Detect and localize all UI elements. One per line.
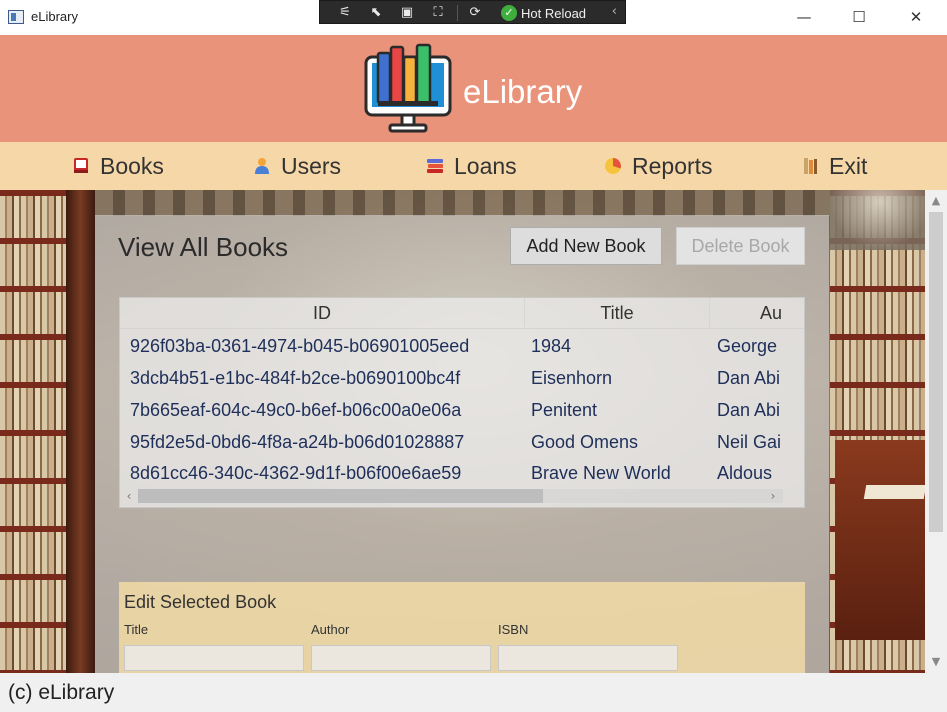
ceiling-decoration [95, 190, 830, 216]
reading-desk [835, 440, 930, 640]
column-header-author[interactable]: Au [710, 298, 804, 329]
isbn-input[interactable] [498, 645, 678, 671]
nav-label-reports: Reports [632, 152, 713, 179]
app-window-icon [8, 10, 24, 24]
nav-item-books[interactable]: Books [72, 152, 164, 180]
column-header-id[interactable]: ID [120, 298, 525, 329]
cell-id: 95fd2e5d-0bd6-4f8a-a24b-b06d01028887 [130, 432, 465, 452]
scroll-up-icon[interactable]: ▲ [925, 192, 947, 210]
table-row[interactable]: 95fd2e5d-0bd6-4f8a-a24b-b06d01028887 Goo… [120, 426, 804, 458]
cell-title: Penitent [531, 400, 598, 420]
user-icon [255, 158, 269, 174]
pie-chart-icon [605, 158, 621, 174]
footer-copyright: (c) eLibrary [8, 681, 115, 704]
vertical-scrollbar-thumb[interactable] [929, 212, 943, 532]
nav-item-users[interactable]: Users [253, 152, 341, 180]
books-stack-icon [427, 159, 443, 173]
books-table[interactable]: ID Title Au 926f03ba-0361-4974-b045-b069… [119, 297, 805, 508]
delete-book-button[interactable]: Delete Book [676, 227, 805, 265]
cell-title: Eisenhorn [531, 368, 613, 388]
page-title: View All Books [118, 232, 289, 262]
cell-author: George [717, 336, 778, 356]
cell-title: 1984 [531, 336, 572, 356]
cell-title: Good Omens [531, 432, 639, 452]
scroll-down-icon[interactable]: ▼ [925, 653, 947, 671]
cell-id: 926f03ba-0361-4974-b045-b06901005eed [130, 336, 470, 356]
nav-label-books: Books [100, 152, 164, 179]
select-element-icon[interactable]: ⬉ [367, 4, 385, 22]
table-row[interactable]: 8d61cc46-340c-4362-9d1f-b06f00e6ae59 Bra… [120, 457, 804, 489]
check-circle-icon: ✓ [501, 5, 517, 21]
window-titlebar: eLibrary ⚟ ⬉ ▣ ⛶ ⟳ ✓ Hot Reload ‹ — ☐ ✕ [0, 0, 947, 35]
nav-label-users: Users [281, 152, 342, 179]
author-field-label: Author [311, 622, 350, 637]
author-input[interactable] [311, 645, 491, 671]
edit-section-title: Edit Selected Book [124, 592, 277, 612]
exit-book-icon [804, 158, 817, 174]
nav-item-exit[interactable]: Exit [801, 152, 867, 180]
table-row[interactable]: 3dcb4b51-e1bc-484f-b2ce-b0690100bc4f Eis… [120, 362, 804, 394]
cell-author: Dan Abi [717, 400, 781, 420]
cell-author: Dan Abi [717, 368, 781, 388]
app-title: eLibrary [463, 73, 583, 110]
add-new-book-button[interactable]: Add New Book [510, 227, 662, 265]
scroll-left-icon[interactable]: ‹ [121, 487, 137, 505]
scrollbar-thumb[interactable] [138, 489, 543, 503]
binding-failures-icon[interactable]: ⟳ [466, 4, 484, 22]
display-adorners-icon[interactable]: ▣ [398, 4, 416, 22]
hot-reload-label: Hot Reload [521, 5, 587, 21]
window-vertical-scrollbar[interactable]: ▲ ▼ [925, 190, 947, 673]
cell-title: Brave New World [531, 463, 671, 483]
cell-id: 7b665eaf-604c-49c0-b6ef-b06c00a0e06a [130, 400, 462, 420]
nav-label-loans: Loans [454, 152, 517, 179]
live-visual-tree-icon[interactable]: ⚟ [336, 4, 354, 22]
table-header: ID Title Au [120, 298, 804, 329]
hot-reload-button[interactable]: ✓ Hot Reload [501, 4, 586, 22]
status-footer: (c) eLibrary [0, 673, 947, 712]
cell-id: 3dcb4b51-e1bc-484f-b2ce-b0690100bc4f [130, 368, 461, 388]
column-header-title[interactable]: Title [525, 298, 710, 329]
table-horizontal-scrollbar[interactable]: ‹ › [120, 486, 804, 506]
window-title: eLibrary [31, 9, 78, 24]
cell-author: Neil Gai [717, 432, 782, 452]
cell-author: Aldous [717, 463, 773, 483]
chevron-left-icon[interactable]: ‹ [612, 4, 617, 19]
library-monitor-logo-icon [364, 43, 452, 133]
close-button[interactable]: ✕ [901, 6, 931, 28]
title-input[interactable] [124, 645, 304, 671]
book-icon [74, 158, 88, 173]
maximize-button[interactable]: ☐ [844, 6, 874, 28]
minimize-button[interactable]: — [789, 6, 819, 28]
nav-label-exit: Exit [829, 152, 868, 179]
debug-toolbar: ⚟ ⬉ ▣ ⛶ ⟳ ✓ Hot Reload ‹ [319, 0, 626, 24]
track-focus-icon[interactable]: ⛶ [429, 4, 447, 22]
bookshelf-left [0, 190, 95, 673]
nav-item-loans[interactable]: Loans [426, 152, 517, 180]
nav-item-reports[interactable]: Reports [604, 152, 713, 180]
cell-id: 8d61cc46-340c-4362-9d1f-b06f00e6ae59 [130, 463, 462, 483]
title-field-label: Title [124, 622, 149, 637]
table-row[interactable]: 7b665eaf-604c-49c0-b6ef-b06c00a0e06a Pen… [120, 394, 804, 426]
scroll-right-icon[interactable]: › [765, 487, 781, 505]
main-nav: Books Users Loans Reports Exit [0, 142, 947, 190]
toolbar-separator [457, 5, 458, 21]
isbn-field-label: ISBN [498, 622, 529, 637]
table-row[interactable]: 926f03ba-0361-4974-b045-b06901005eed 198… [120, 330, 804, 362]
